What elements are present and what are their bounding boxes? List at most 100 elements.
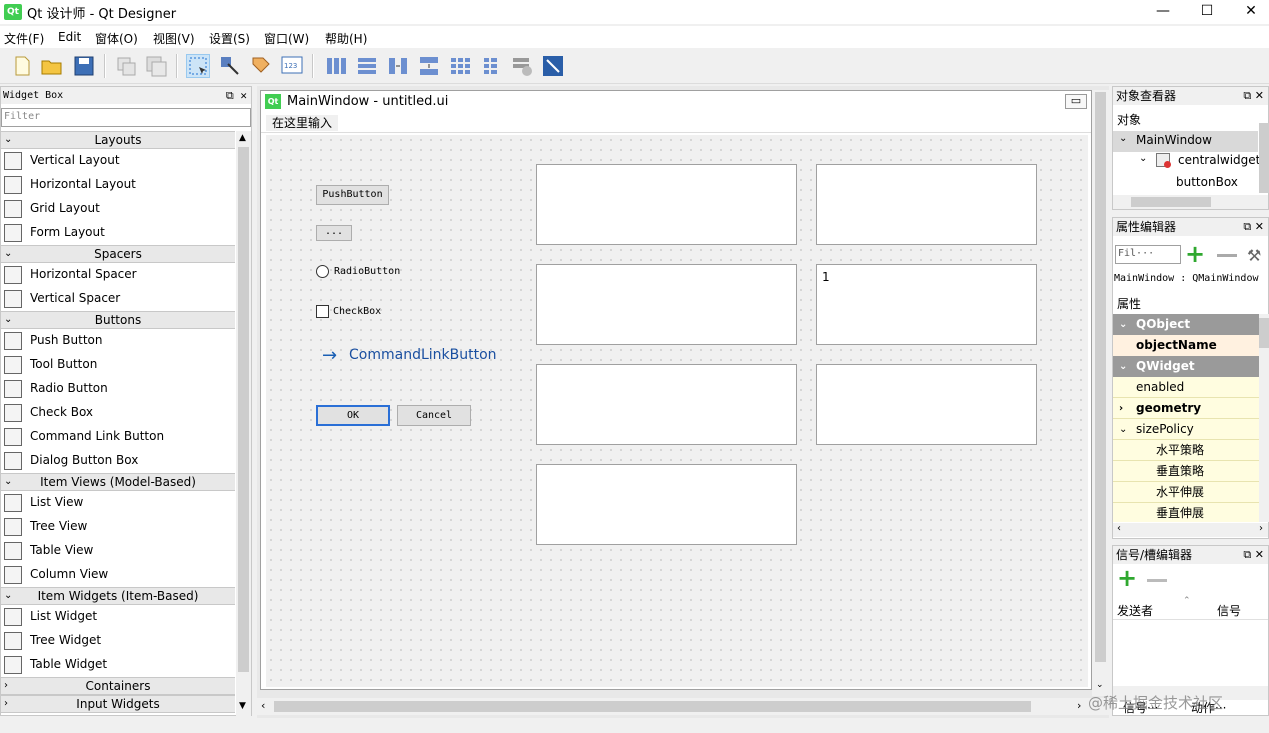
layout-vertical-icon[interactable] bbox=[355, 54, 379, 78]
check-box-label[interactable]: CheckBox bbox=[333, 306, 381, 317]
dock-float-close-icon[interactable]: ⧉ ✕ bbox=[1243, 87, 1264, 105]
minimize-button[interactable]: — bbox=[1140, 0, 1186, 24]
add-connection-icon[interactable]: + bbox=[1117, 566, 1137, 590]
widget-item[interactable]: Form Layout bbox=[1, 221, 235, 245]
chevron-down-icon[interactable]: ⌄ bbox=[1119, 133, 1127, 144]
push-button[interactable]: PushButton bbox=[316, 185, 389, 205]
chevron-down-icon[interactable]: ⌄ bbox=[4, 246, 12, 262]
widget-item[interactable]: Tree View bbox=[1, 515, 235, 539]
text-edit-3[interactable] bbox=[536, 264, 797, 345]
widget-item[interactable]: Dialog Button Box bbox=[1, 449, 235, 473]
category-header[interactable]: › Input Widgets bbox=[1, 695, 235, 713]
widget-item[interactable]: Radio Button bbox=[1, 377, 235, 401]
text-edit-6[interactable] bbox=[816, 364, 1037, 445]
chevron-down-icon[interactable]: ⌄ bbox=[4, 588, 12, 604]
layout-grid-icon[interactable] bbox=[448, 54, 472, 78]
scroll-thumb[interactable] bbox=[238, 147, 249, 672]
menu-view[interactable]: 视图(V) bbox=[153, 30, 195, 47]
edit-signals-icon[interactable] bbox=[218, 54, 242, 78]
text-edit-5[interactable] bbox=[536, 364, 797, 445]
widget-filter-input[interactable]: Filter bbox=[1, 108, 251, 127]
property-row[interactable]: 水平策略 bbox=[1113, 440, 1259, 461]
menu-form[interactable]: 窗体(O) bbox=[95, 30, 138, 47]
dock-float-close-icon[interactable]: ⧉ ✕ bbox=[226, 87, 247, 104]
widget-item[interactable]: Table Widget bbox=[1, 653, 235, 677]
save-icon[interactable] bbox=[72, 54, 96, 78]
plus-icon[interactable]: + bbox=[1185, 242, 1205, 266]
property-row[interactable]: › geometry bbox=[1113, 398, 1259, 419]
menu-help[interactable]: 帮助(H) bbox=[325, 30, 367, 47]
widget-item[interactable]: Push Button bbox=[1, 329, 235, 353]
text-edit-7[interactable] bbox=[536, 464, 797, 545]
menu-edit[interactable]: Edit bbox=[58, 30, 81, 44]
type-here-menu[interactable]: 在这里输入 bbox=[266, 115, 339, 131]
adjust-size-icon[interactable] bbox=[541, 54, 565, 78]
widget-item[interactable]: Column View bbox=[1, 563, 235, 587]
maximize-button[interactable]: ☐ bbox=[1184, 0, 1230, 24]
tool-button[interactable]: ... bbox=[316, 225, 352, 241]
checkbox-square-icon[interactable] bbox=[316, 305, 329, 318]
layout-splitter-h-icon[interactable] bbox=[386, 54, 410, 78]
widget-item[interactable]: List View bbox=[1, 491, 235, 515]
widget-item[interactable]: Check Box bbox=[1, 401, 235, 425]
widget-item[interactable]: Vertical Layout bbox=[1, 149, 235, 173]
property-filter-input[interactable]: Fil··· bbox=[1115, 245, 1181, 264]
widget-item[interactable]: Horizontal Spacer bbox=[1, 263, 235, 287]
layout-splitter-v-icon[interactable] bbox=[417, 54, 441, 78]
category-header[interactable]: ⌄ Buttons bbox=[1, 311, 235, 329]
form-window[interactable]: Qt MainWindow - untitled.ui ▭ 在这里输入 Push… bbox=[260, 90, 1092, 690]
radio-circle-icon[interactable] bbox=[316, 265, 329, 278]
chevron-down-icon[interactable]: ⌄ bbox=[4, 312, 12, 328]
dock-float-close-icon[interactable]: ⧉ ✕ bbox=[1243, 546, 1264, 564]
mdi-horizontal-scrollbar[interactable]: ‹ › bbox=[257, 698, 1109, 715]
command-link-button[interactable]: CommandLinkButton bbox=[349, 347, 497, 363]
category-header[interactable]: ⌄ Item Widgets (Item-Based) bbox=[1, 587, 235, 605]
tree-item-mainwindow[interactable]: MainWindow bbox=[1136, 133, 1212, 147]
widget-item[interactable]: Grid Layout bbox=[1, 197, 235, 221]
property-hscrollbar[interactable]: ‹ › bbox=[1113, 523, 1268, 537]
property-row[interactable]: enabled bbox=[1113, 377, 1259, 398]
chevron-down-icon[interactable]: ⌄ bbox=[1139, 153, 1147, 164]
inspector-scrollbar[interactable] bbox=[1259, 123, 1269, 193]
edit-tab-order-icon[interactable]: 123 bbox=[280, 54, 304, 78]
copy-icon[interactable] bbox=[114, 54, 138, 78]
chevron-right-icon[interactable]: › bbox=[4, 678, 8, 694]
widget-item[interactable]: Table View bbox=[1, 539, 235, 563]
layout-form-icon[interactable] bbox=[479, 54, 503, 78]
category-header[interactable]: ⌄ Item Views (Model-Based) bbox=[1, 473, 235, 491]
chevron-down-icon[interactable]: ⌄ bbox=[1119, 356, 1127, 377]
chevron-down-icon[interactable]: ⌄ bbox=[1119, 419, 1127, 440]
text-edit-2[interactable] bbox=[816, 164, 1037, 245]
radio-button-label[interactable]: RadioButton bbox=[334, 266, 400, 277]
text-edit-4[interactable]: 1 bbox=[816, 264, 1037, 345]
minus-icon[interactable] bbox=[1217, 254, 1237, 257]
widget-item[interactable]: Tree Widget bbox=[1, 629, 235, 653]
tree-item-centralwidget[interactable]: centralwidget bbox=[1178, 153, 1260, 167]
inspector-hscrollbar[interactable] bbox=[1113, 195, 1268, 209]
new-file-icon[interactable] bbox=[10, 54, 34, 78]
property-row[interactable]: 水平伸展 bbox=[1113, 482, 1259, 503]
arrow-right-icon[interactable]: → bbox=[322, 345, 337, 366]
close-button[interactable]: ✕ bbox=[1228, 0, 1269, 24]
edit-widgets-icon[interactable] bbox=[186, 54, 210, 78]
wrench-icon[interactable]: ⚒ bbox=[1247, 246, 1261, 265]
widget-item[interactable]: Tool Button bbox=[1, 353, 235, 377]
widget-item[interactable]: List Widget bbox=[1, 605, 235, 629]
widget-item[interactable]: Horizontal Layout bbox=[1, 173, 235, 197]
property-row[interactable]: ⌄ sizePolicy bbox=[1113, 419, 1259, 440]
category-header[interactable]: ⌄ Layouts bbox=[1, 131, 235, 149]
widget-item[interactable]: Vertical Spacer bbox=[1, 287, 235, 311]
form-minimize-button[interactable]: ▭ bbox=[1065, 94, 1087, 109]
property-row[interactable]: objectName bbox=[1113, 335, 1259, 356]
scroll-thumb[interactable] bbox=[274, 701, 1031, 712]
menu-file[interactable]: 文件(F) bbox=[4, 30, 44, 47]
remove-connection-icon[interactable] bbox=[1147, 579, 1167, 582]
menu-settings[interactable]: 设置(S) bbox=[209, 30, 250, 47]
form-canvas[interactable]: PushButton ... RadioButton CheckBox → Co… bbox=[266, 135, 1088, 687]
chevron-down-icon[interactable]: ⌄ bbox=[4, 474, 12, 490]
break-layout-icon[interactable] bbox=[510, 54, 534, 78]
category-header[interactable]: › Containers bbox=[1, 677, 235, 695]
paste-icon[interactable] bbox=[144, 54, 168, 78]
category-header[interactable]: ⌄ Spacers bbox=[1, 245, 235, 263]
open-folder-icon[interactable] bbox=[40, 54, 64, 78]
